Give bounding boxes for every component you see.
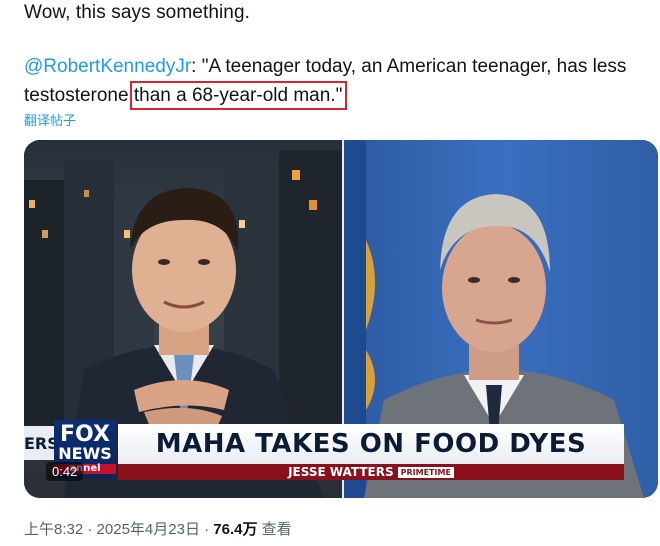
tweet-body: @RobertKennedyJr: "A teenager today, an …: [24, 52, 644, 110]
headline-banner: MAHA TAKES ON FOOD DYES: [118, 424, 624, 464]
video-duration: 0:42: [46, 462, 84, 481]
host-name-bar: JESSE WATTERS PRIMETIME: [118, 464, 624, 480]
views-label: 查看: [257, 521, 292, 538]
lower-third-graphic: ERS FOX NEWS annel MAHA TAKES ON FOOD DY…: [24, 418, 658, 480]
show-tag: PRIMETIME: [397, 466, 454, 478]
view-count: 76.4万: [213, 521, 258, 538]
logo-line-2: NEWS: [58, 444, 112, 463]
post-meta: 上午8:32 · 2025年4月23日 · 76.4万 查看: [24, 518, 292, 539]
highlighted-quote: than a 68-year-old man.": [129, 81, 348, 110]
post-time[interactable]: 上午8:32: [24, 521, 83, 538]
mention-link[interactable]: @RobertKennedyJr: [24, 56, 191, 77]
video-player[interactable]: ERS FOX NEWS annel MAHA TAKES ON FOOD DY…: [24, 140, 658, 498]
translate-post-link[interactable]: 翻译帖子: [24, 110, 76, 129]
meta-separator: ·: [83, 521, 97, 538]
host-name: JESSE WATTERS: [288, 465, 394, 479]
post-date[interactable]: 2025年4月23日: [97, 521, 200, 538]
tweet-lead-text: Wow, this says something.: [24, 2, 251, 23]
logo-line-1: FOX: [60, 422, 110, 447]
side-tag: ERS: [24, 426, 59, 460]
meta-separator-2: ·: [199, 521, 214, 538]
